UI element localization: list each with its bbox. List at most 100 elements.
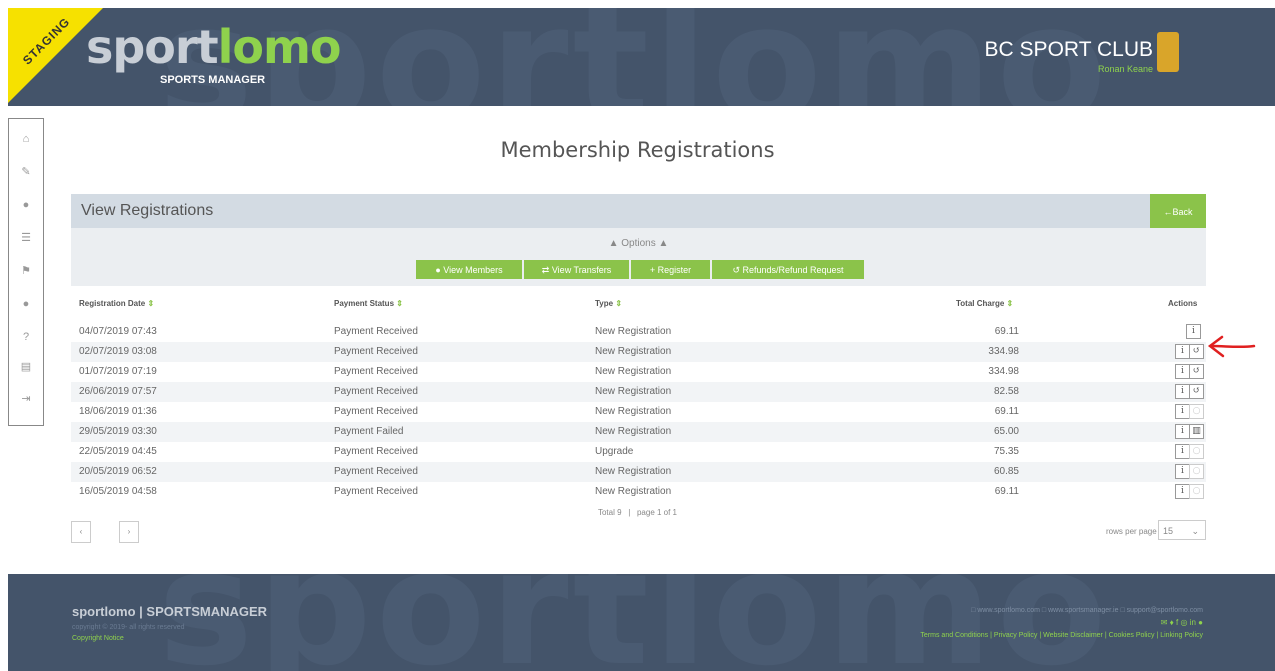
view-transfers-button[interactable]: ⇄ View Transfers [524,260,629,279]
twitter-icon[interactable]: ♦ [1170,618,1174,627]
cell-date: 22/05/2019 04:45 [79,446,157,457]
refund-disabled-icon: ○ [1189,484,1204,499]
user-icon[interactable]: ● [9,195,43,215]
register-label: Register [657,265,692,275]
refund-icon[interactable]: ↺ [1189,364,1204,379]
footer-watermark: sportlomo [158,574,1111,671]
refund-disabled-icon: ○ [1189,404,1204,419]
cell-status: Payment Received [334,366,418,377]
cell-status: Payment Received [334,466,418,477]
user-name-link[interactable]: Ronan Keane [1098,64,1153,74]
header-type[interactable]: Type ⇕ [595,299,622,308]
sort-icon: ⇕ [147,299,155,308]
cell-type: New Registration [595,346,672,357]
refunds-button[interactable]: ↺ Refunds/Refund Request [712,260,864,279]
info-icon[interactable]: i [1175,464,1190,479]
header-status-label: Payment Status [334,299,395,308]
info-icon[interactable]: i [1175,444,1190,459]
club-name: BC SPORT CLUB [984,38,1153,61]
view-members-button[interactable]: ● View Members [416,260,522,279]
page-title: Membership Registrations [500,138,775,162]
cell-type: New Registration [595,386,672,397]
header-payment-status[interactable]: Payment Status ⇕ [334,299,403,308]
list-icon[interactable]: ☰ [9,228,43,248]
logout-icon[interactable]: ⇥ [9,389,43,409]
cell-charge: 334.98 [988,346,1019,357]
cell-status: Payment Failed [334,426,404,437]
table-row: 26/06/2019 07:57 Payment Received New Re… [71,382,1206,402]
cell-status: Payment Received [334,346,418,357]
cell-type: Upgrade [595,446,634,457]
rows-per-page-select[interactable]: 15 ⌄ [1158,520,1206,540]
prev-page-button[interactable]: ‹ [71,521,91,543]
cell-status: Payment Received [334,406,418,417]
cell-date: 18/06/2019 01:36 [79,406,157,417]
view-members-label: View Members [443,265,503,275]
view-transfers-label: View Transfers [551,265,612,275]
cell-status: Payment Received [334,386,418,397]
cell-charge: 82.58 [993,386,1019,397]
refund-icon[interactable]: ↺ [1189,344,1204,359]
info-icon[interactable]: i [1186,324,1201,339]
cell-date: 26/06/2019 07:57 [79,386,157,397]
panel-title: View Registrations [81,202,214,219]
github-icon[interactable]: ● [1198,618,1203,627]
trash-icon[interactable]: ▥ [1189,424,1204,439]
transfer-icon: ⇄ [541,265,552,275]
cell-date: 16/05/2019 04:58 [79,486,157,497]
undo-icon: ↺ [732,265,743,275]
cell-charge: 65.00 [993,426,1019,437]
members-icon[interactable]: ● [9,294,43,314]
back-button[interactable]: ←Back [1150,194,1206,228]
info-icon[interactable]: i [1175,344,1190,359]
sort-icon: ⇕ [615,299,623,308]
refunds-label: Refunds/Refund Request [742,265,844,275]
footer-policy-links[interactable]: Terms and Conditions | Privacy Policy | … [920,632,1203,639]
social-icons[interactable]: ✉ ♦ f ◎ in ● [1161,618,1203,627]
footer-site-links[interactable]: □ www.sportlomo.com □ www.sportsmanager.… [971,607,1203,614]
cell-type: New Registration [595,486,672,497]
next-page-button[interactable]: › [119,521,139,543]
cell-status: Payment Received [334,446,418,457]
register-button[interactable]: + Register [631,260,710,279]
chevron-down-icon: ⌄ [1191,526,1199,536]
sort-icon: ⇕ [396,299,403,308]
header-date-label: Registration Date [79,299,146,308]
flag-icon[interactable]: ⚑ [9,261,43,281]
rows-per-page-value: 15 [1163,526,1174,536]
cell-date: 02/07/2019 03:08 [79,346,157,357]
refund-disabled-icon: ○ [1189,444,1204,459]
facebook-icon[interactable]: f [1176,618,1178,627]
edit-icon[interactable]: ✎ [9,162,43,182]
options-toggle[interactable]: ▲ Options ▲ [71,238,1206,249]
logo-part-lomo: lomo [217,20,342,74]
sportlomo-logo[interactable]: sportlomo [86,24,341,70]
page-info: page 1 of 1 [636,508,678,517]
table-header: Registration Date ⇕ Payment Status ⇕ Typ… [71,286,1206,322]
info-icon[interactable]: i [1175,424,1190,439]
refund-icon[interactable]: ↺ [1189,384,1204,399]
info-icon[interactable]: i [1175,484,1190,499]
copyright-notice-link[interactable]: Copyright Notice [72,635,124,642]
help-icon[interactable]: ? [9,327,43,347]
header-registration-date[interactable]: Registration Date ⇕ [79,299,154,308]
cell-date: 04/07/2019 07:43 [79,326,157,337]
cell-type: New Registration [595,466,672,477]
footer-copyright: copyright © 2019- all rights reserved [72,624,185,631]
table-row: 04/07/2019 07:43 Payment Received New Re… [71,322,1206,342]
linkedin-icon[interactable]: in [1190,618,1196,627]
info-icon[interactable]: i [1175,404,1190,419]
header-total-charge[interactable]: Total Charge ⇕ [956,299,1013,308]
cell-status: Payment Received [334,486,418,497]
info-icon[interactable]: i [1175,364,1190,379]
table-row: 22/05/2019 04:45 Payment Received Upgrad… [71,442,1206,462]
cell-status: Payment Received [334,326,418,337]
sort-icon: ⇕ [1006,299,1014,308]
logo-subtitle: SPORTS MANAGER [160,74,266,86]
document-icon[interactable]: ▤ [9,357,43,377]
cell-date: 29/05/2019 03:30 [79,426,157,437]
info-icon[interactable]: i [1175,384,1190,399]
cell-date: 01/07/2019 07:19 [79,366,157,377]
instagram-icon[interactable]: ◎ [1180,618,1187,627]
email-icon[interactable]: ✉ [1161,618,1168,627]
